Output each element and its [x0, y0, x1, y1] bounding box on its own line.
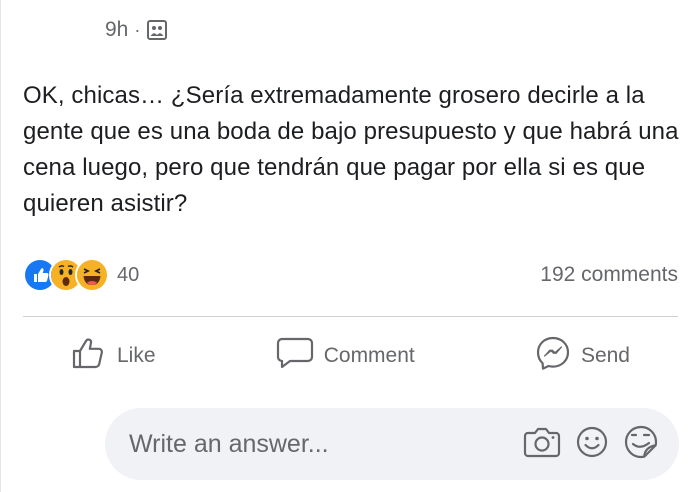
- send-label: Send: [580, 344, 630, 367]
- messenger-icon: [535, 335, 571, 377]
- comment-composer: [105, 408, 679, 480]
- thumbs-up-icon: [71, 336, 107, 376]
- post-card: 9h · OK, chicas… ¿Sería extremadamente g…: [0, 0, 700, 492]
- comment-input[interactable]: [127, 428, 523, 460]
- haha-reaction-icon: [75, 258, 109, 292]
- sticker-icon[interactable]: [623, 424, 659, 465]
- post-meta: 9h ·: [105, 18, 168, 42]
- composer-icons: [523, 424, 659, 465]
- like-label: Like: [117, 344, 156, 367]
- post-actions-bar: Like Comment Send: [23, 330, 678, 382]
- meta-separator: ·: [134, 19, 141, 40]
- reaction-count[interactable]: 40: [117, 264, 139, 287]
- comment-bubble-icon: [276, 336, 314, 376]
- reactions-summary: 40 192 comments: [23, 258, 678, 292]
- comment-button[interactable]: Comment: [276, 336, 415, 376]
- camera-icon[interactable]: [523, 425, 561, 464]
- post-timestamp[interactable]: 9h: [105, 18, 128, 42]
- emoji-icon[interactable]: [575, 425, 609, 464]
- like-button[interactable]: Like: [71, 336, 156, 376]
- send-button[interactable]: Send: [535, 335, 630, 377]
- comments-count-link[interactable]: 192 comments: [540, 263, 678, 287]
- post-body-text: OK, chicas… ¿Sería extremadamente groser…: [23, 82, 679, 217]
- actions-divider: [23, 316, 678, 317]
- reaction-icons-group[interactable]: 40: [23, 258, 139, 292]
- group-icon[interactable]: [146, 19, 168, 41]
- comment-label: Comment: [323, 344, 415, 367]
